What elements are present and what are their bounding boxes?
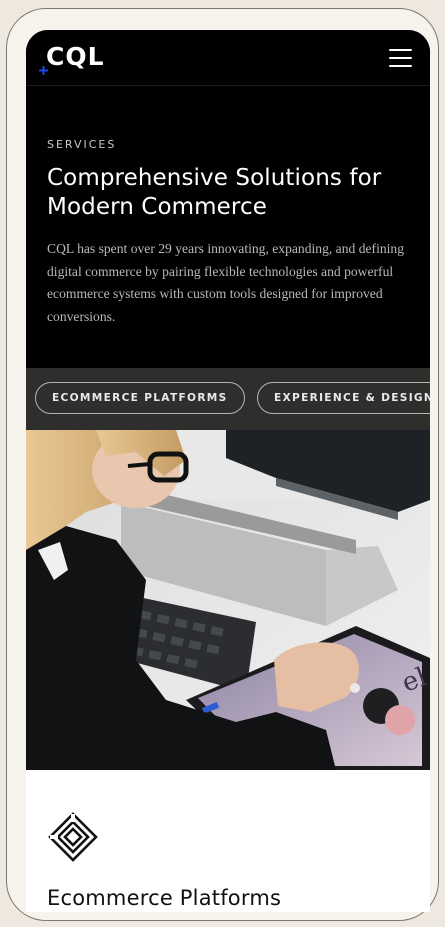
cql-logo[interactable]: CQL (46, 44, 105, 69)
tab-experience-design[interactable]: EXPERIENCE & DESIGN (257, 382, 430, 414)
section-title: Ecommerce Platforms (47, 886, 282, 910)
phone-screen: CQL SERVICES Comprehensive Solutions for… (26, 30, 430, 912)
hero-description: CQL has spent over 29 years innovating, … (47, 241, 405, 324)
site-header: CQL (26, 30, 430, 86)
logo-plus-icon (39, 66, 48, 75)
tab-ecommerce-platforms[interactable]: ECOMMERCE PLATFORMS (35, 382, 245, 414)
layers-diamond-icon (48, 812, 98, 862)
photo-illustration: el (26, 430, 430, 770)
section-eyebrow: SERVICES (47, 138, 117, 151)
ecommerce-platforms-section: Ecommerce Platforms (26, 770, 430, 912)
hero-photo: el (26, 430, 430, 770)
hero-section: SERVICES Comprehensive Solutions for Mod… (26, 86, 430, 368)
service-tabs[interactable]: ECOMMERCE PLATFORMS EXPERIENCE & DESIGN (26, 368, 430, 430)
page-title: Comprehensive Solutions for Modern Comme… (47, 165, 382, 220)
hamburger-icon[interactable] (386, 46, 416, 70)
